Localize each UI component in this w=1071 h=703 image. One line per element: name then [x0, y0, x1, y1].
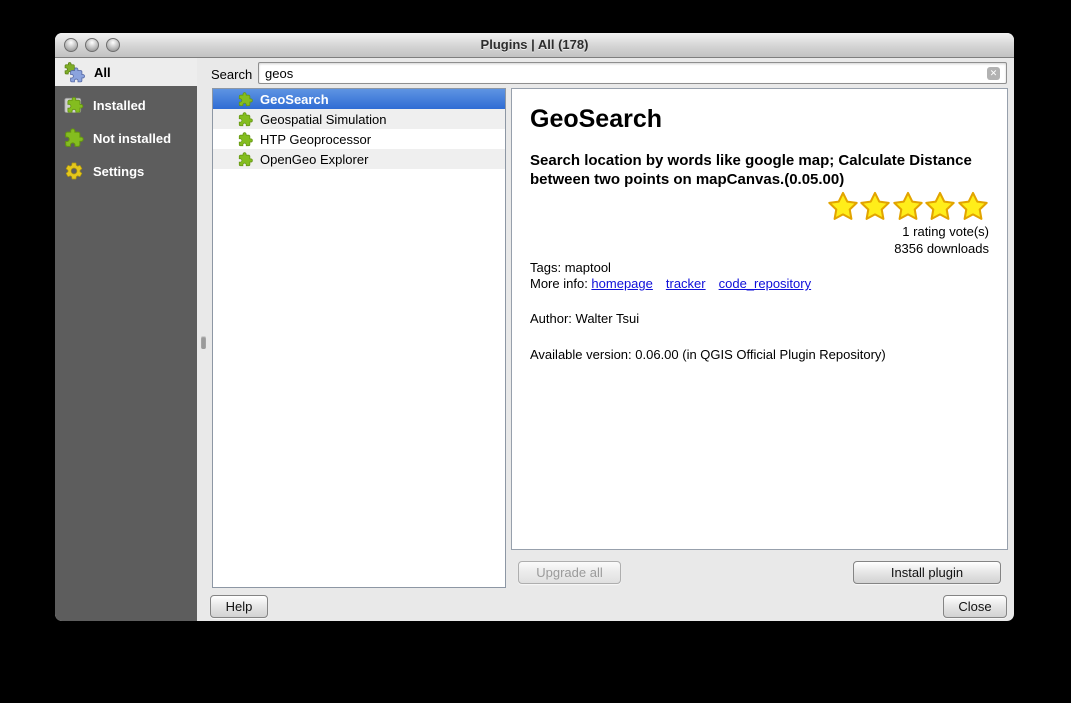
puzzle-green-icon — [238, 92, 253, 107]
plugin-list-item[interactable]: Geospatial Simulation — [213, 109, 505, 129]
star-icon — [892, 191, 924, 222]
plugin-name: GeoSearch — [260, 92, 329, 107]
code-repository-link[interactable]: code_repository — [719, 276, 812, 291]
help-button[interactable]: Help — [210, 595, 268, 618]
splitter-handle[interactable] — [201, 336, 206, 349]
search-field: ✕ — [258, 62, 1007, 84]
window-zoom-button[interactable] — [106, 38, 120, 52]
puzzle-pieces-blue-icon — [64, 62, 85, 83]
close-button[interactable]: Close — [943, 595, 1007, 618]
plugin-details-panel: GeoSearch Search location by words like … — [511, 88, 1008, 550]
clear-search-icon[interactable]: ✕ — [987, 67, 1000, 80]
search-input[interactable] — [265, 66, 987, 81]
sidebar-item-label: All — [94, 65, 111, 80]
rating-stars — [530, 191, 989, 223]
available-version-line: Available version: 0.06.00 (in QGIS Offi… — [530, 347, 989, 363]
window-minimize-button[interactable] — [85, 38, 99, 52]
star-icon — [859, 191, 891, 222]
window-title: Plugins | All (178) — [55, 33, 1014, 57]
puzzle-green-icon — [238, 132, 253, 147]
upgrade-all-button[interactable]: Upgrade all — [518, 561, 621, 584]
plugin-title: GeoSearch — [530, 105, 989, 134]
tags-label: Tags: — [530, 260, 565, 275]
download-count: 8356 downloads — [530, 240, 989, 257]
plugin-description: Search location by words like google map… — [530, 151, 982, 189]
plugin-list-item[interactable]: OpenGeo Explorer — [213, 149, 505, 169]
author-line: Author: Walter Tsui — [530, 311, 989, 327]
plugins-dialog-window: Plugins | All (178) All Installed Not in… — [55, 33, 1014, 621]
sidebar-item-settings[interactable]: Settings — [55, 157, 197, 185]
plugin-list: GeoSearch Geospatial Simulation HTP Geop… — [212, 88, 506, 588]
main-area: Search ✕ GeoSearch Geospatial Simulation — [197, 58, 1014, 621]
sidebar-item-all[interactable]: All — [55, 58, 197, 86]
plugin-name: OpenGeo Explorer — [260, 152, 368, 167]
puzzle-installed-icon — [64, 95, 84, 115]
more-info-line: More info: homepage tracker code_repositor… — [530, 276, 989, 292]
rating-votes: 1 rating vote(s) — [530, 223, 989, 240]
tags-value: maptool — [565, 260, 611, 275]
star-icon — [957, 191, 989, 222]
plugin-name: HTP Geoprocessor — [260, 132, 371, 147]
sidebar: All Installed Not installed Settings — [55, 58, 197, 621]
title-bar[interactable]: Plugins | All (178) — [55, 33, 1014, 58]
star-icon — [924, 191, 956, 222]
sidebar-item-installed[interactable]: Installed — [55, 91, 197, 119]
sidebar-item-label: Not installed — [93, 131, 171, 146]
homepage-link[interactable]: homepage — [591, 276, 652, 291]
sidebar-item-label: Installed — [93, 98, 146, 113]
sidebar-item-label: Settings — [93, 164, 144, 179]
tags-line: Tags: maptool — [530, 260, 989, 276]
tracker-link[interactable]: tracker — [666, 276, 706, 291]
plugin-name: Geospatial Simulation — [260, 112, 386, 127]
install-plugin-button[interactable]: Install plugin — [853, 561, 1001, 584]
puzzle-green-icon — [238, 152, 253, 167]
sidebar-item-not-installed[interactable]: Not installed — [55, 124, 197, 152]
plugin-list-item[interactable]: GeoSearch — [213, 89, 505, 109]
star-icon — [827, 191, 859, 222]
puzzle-green-icon — [238, 112, 253, 127]
puzzle-green-icon — [64, 128, 84, 148]
search-label: Search — [211, 67, 252, 82]
gear-icon — [64, 161, 84, 181]
more-info-label: More info: — [530, 276, 591, 291]
window-close-button[interactable] — [64, 38, 78, 52]
plugin-list-item[interactable]: HTP Geoprocessor — [213, 129, 505, 149]
